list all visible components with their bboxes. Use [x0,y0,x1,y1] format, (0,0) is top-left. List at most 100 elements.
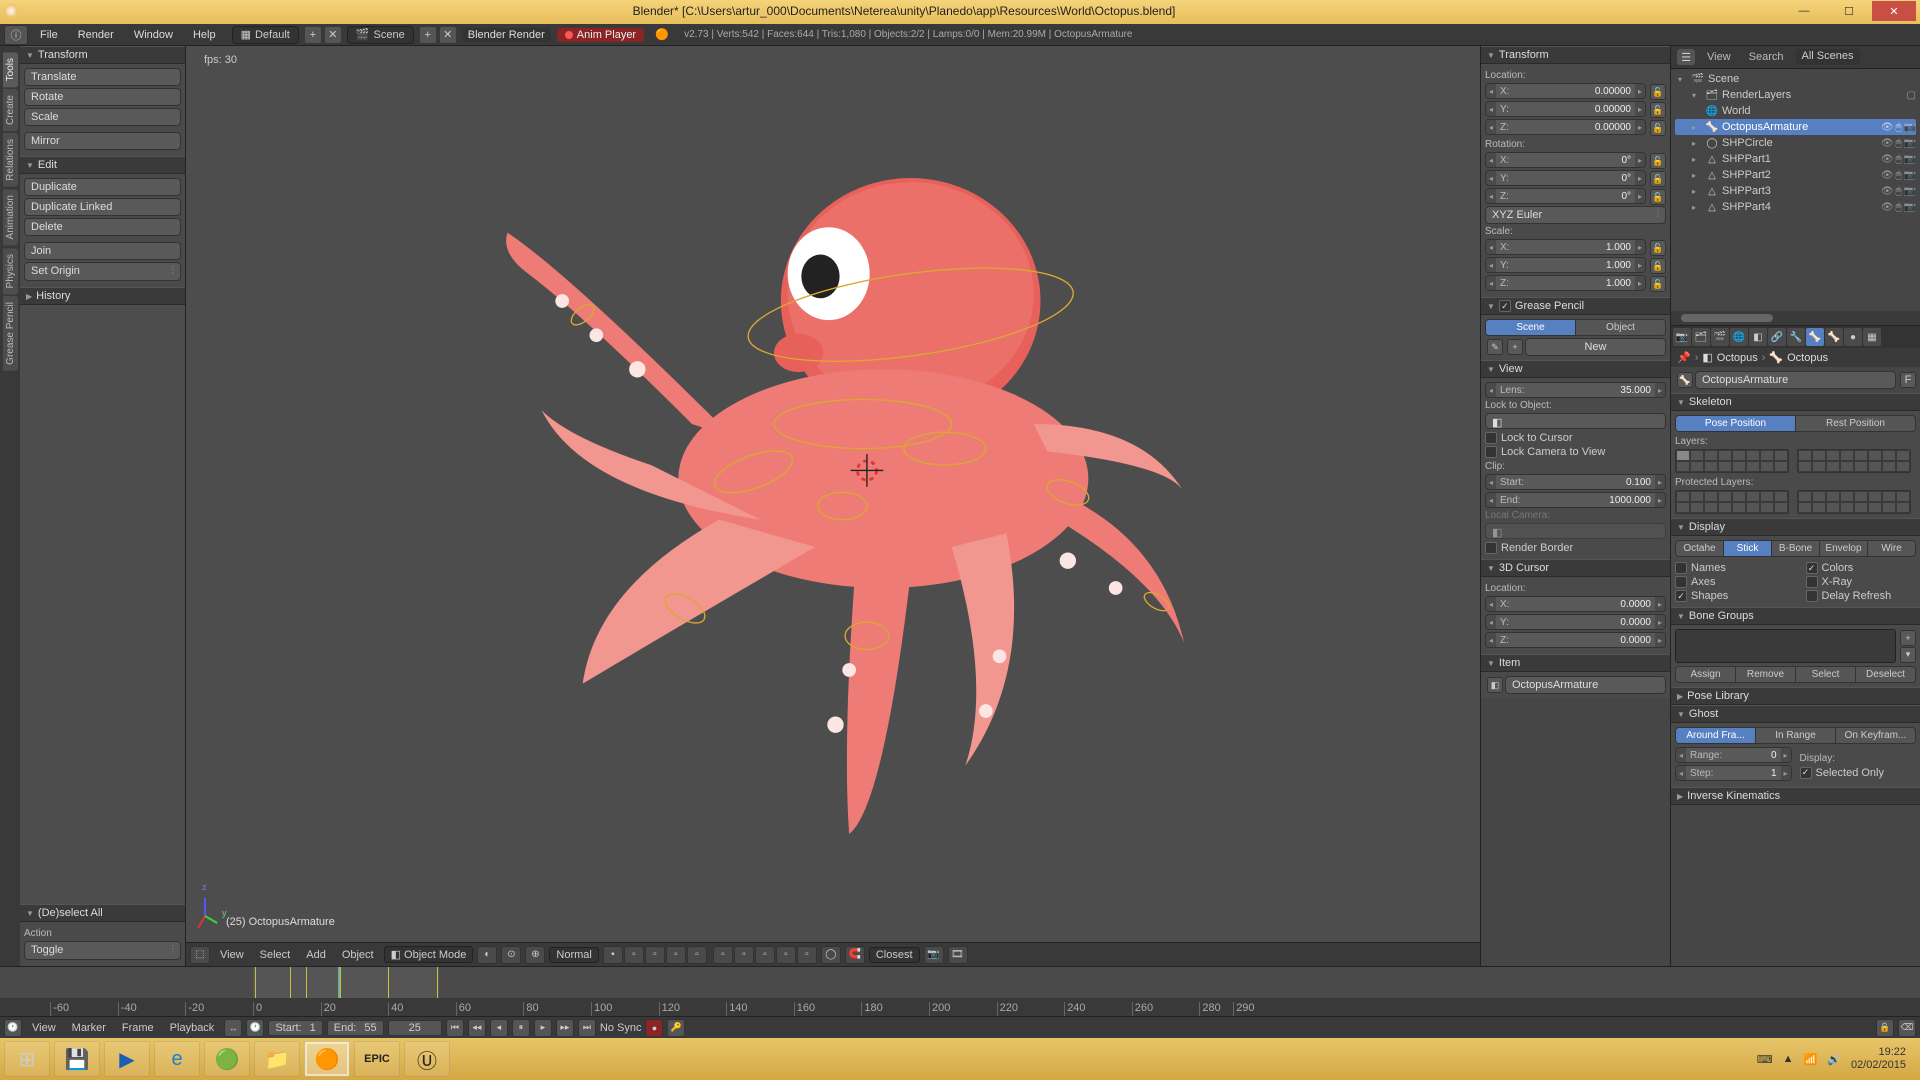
taskbar-save-icon[interactable]: 💾 [54,1041,100,1077]
pivot-icon[interactable]: ⊙ [501,946,521,964]
ghost-header[interactable]: Ghost [1671,705,1920,723]
tab-relations[interactable]: Relations [3,133,18,187]
check-shapes[interactable]: Shapes [1675,589,1786,603]
scale-button[interactable]: Scale [24,108,181,126]
network-icon[interactable]: 📶 [1804,1053,1818,1066]
keying-set-icon[interactable]: 🔑 [667,1019,685,1037]
rotation-mode-selector[interactable]: XYZ Euler [1485,206,1666,224]
rot-x-field[interactable]: ◂X:0°▸ [1485,152,1646,168]
timeline-editor-icon[interactable]: 🕐 [4,1019,22,1037]
prop-tab-render[interactable]: 📷 [1673,328,1691,346]
pause-button[interactable]: ⏸ [512,1019,530,1037]
bone-groups-list[interactable] [1675,629,1896,663]
gp-add-icon[interactable]: + [1507,339,1523,355]
protected-layers-2[interactable] [1797,490,1911,514]
display-mode-b-bone[interactable]: B-Bone [1772,541,1820,556]
lock-icon[interactable]: 🔓 [1650,153,1666,169]
skeleton-header[interactable]: Skeleton [1671,393,1920,411]
outliner-search-tab[interactable]: Search [1743,49,1790,65]
n-view-header[interactable]: View [1481,360,1670,378]
taskbar-chrome-icon[interactable]: 🟢 [204,1041,250,1077]
tl-menu-frame[interactable]: Frame [116,1022,160,1034]
layers-buttons[interactable]: ▪▫▫▫▫ ▫▫▫▫▫ [603,946,817,964]
check-x-ray[interactable]: X-Ray [1806,575,1917,589]
panel-history-header[interactable]: History [20,287,185,305]
3d-viewport[interactable]: fps: 30 [186,46,1480,966]
vp-menu-select[interactable]: Select [254,949,297,961]
lock-icon[interactable]: 🔓 [1650,276,1666,292]
lock-object-field[interactable]: ◧ [1485,413,1666,429]
outliner-item[interactable]: ▸△SHPPart3👁🖱📷 [1675,183,1916,199]
tl-menu-playback[interactable]: Playback [164,1022,221,1034]
translate-button[interactable]: Translate [24,68,181,86]
scale-z-field[interactable]: ◂Z:1.000▸ [1485,275,1646,291]
assign-button[interactable]: Assign [1676,667,1736,682]
selected-only-check[interactable]: Selected Only [1800,766,1917,780]
outliner-editor-icon[interactable]: ☰ [1677,49,1695,65]
taskbar-unreal-icon[interactable]: Ⓤ [404,1041,450,1077]
render-border-check[interactable]: Render Border [1485,541,1666,555]
panel-transform-header[interactable]: Transform [20,46,185,64]
display-mode-octahe[interactable]: Octahe [1676,541,1724,556]
fake-user-button[interactable]: F [1900,372,1916,388]
minimize-button[interactable]: — [1782,1,1826,21]
layout-add-button[interactable]: + [305,27,321,43]
outliner-item[interactable]: ▸△SHPPart2👁🖱📷 [1675,167,1916,183]
prop-tab-modifiers[interactable]: 🔧 [1787,328,1805,346]
check-names[interactable]: Names [1675,561,1786,575]
toggle-selector[interactable]: Toggle [24,941,181,960]
tab-grease-pencil[interactable]: Grease Pencil [3,296,18,371]
bone-groups-header[interactable]: Bone Groups [1671,607,1920,625]
check-axes[interactable]: Axes [1675,575,1786,589]
rotate-button[interactable]: Rotate [24,88,181,106]
tl-extra-icon[interactable]: 🔒 [1876,1019,1894,1037]
tab-create[interactable]: Create [3,89,18,131]
armature-layers-1[interactable] [1675,449,1789,473]
delete-button[interactable]: Delete [24,218,181,236]
vp-menu-add[interactable]: Add [300,949,332,961]
prev-key-button[interactable]: ◂◂ [468,1019,486,1037]
local-camera-field[interactable]: ◧ [1485,523,1666,539]
anim-player-button[interactable]: Anim Player [557,28,644,42]
menu-help[interactable]: Help [183,23,226,47]
ghost-mode-toggle[interactable]: Around Fra... In Range On Keyfram... [1675,727,1916,744]
loc-y-field[interactable]: ◂Y:0.00000▸ [1485,101,1646,117]
auto-key-button[interactable]: ● [645,1019,663,1037]
remove-button[interactable]: Remove [1736,667,1796,682]
tab-tools[interactable]: Tools [3,52,18,87]
lock-icon[interactable]: 🔓 [1650,189,1666,205]
lock-icon[interactable]: 🔓 [1650,171,1666,187]
vp-menu-view[interactable]: View [214,949,250,961]
taskbar-powershell-icon[interactable]: ▶ [104,1041,150,1077]
tray-clock[interactable]: 19:22 02/02/2015 [1851,1046,1906,1072]
render-preview-icon[interactable]: 📷 [924,946,944,964]
cursor-y-field[interactable]: ◂Y:0.0000▸ [1485,614,1666,630]
outliner-item[interactable]: ▾🗂RenderLayers▢ [1675,87,1916,103]
display-mode-wire[interactable]: Wire [1868,541,1915,556]
clip-end-field[interactable]: ◂End:1000.000▸ [1485,492,1666,508]
cursor-z-field[interactable]: ◂Z:0.0000▸ [1485,632,1666,648]
editor-type-icon[interactable]: ⓘ [4,25,28,45]
loc-x-field[interactable]: ◂X:0.00000▸ [1485,83,1646,99]
pose-mode-toggle[interactable]: Pose PositionRest Position [1675,415,1916,432]
keyboard-icon[interactable]: ⌨ [1757,1053,1773,1066]
play-reverse-button[interactable]: ◂ [490,1019,508,1037]
loc-z-field[interactable]: ◂Z:0.00000▸ [1485,119,1646,135]
taskbar-epic-icon[interactable]: EPIC [354,1041,400,1077]
gp-new-button[interactable]: New [1525,338,1666,356]
check-delay-refresh[interactable]: Delay Refresh [1806,589,1917,603]
outliner-item[interactable]: ▾🎬Scene [1675,71,1916,87]
lock-icon[interactable]: 🔓 [1650,240,1666,256]
prop-tab-texture[interactable]: ▦ [1863,328,1881,346]
current-frame-field[interactable]: 25 [388,1020,442,1036]
duplicate-linked-button[interactable]: Duplicate Linked [24,198,181,216]
mirror-button[interactable]: Mirror [24,132,181,150]
panel-deselect-header[interactable]: (De)select All [20,904,185,922]
pose-library-header[interactable]: Pose Library [1671,687,1920,705]
prop-tab-layers[interactable]: 🗂 [1692,328,1710,346]
next-key-button[interactable]: ▸▸ [556,1019,574,1037]
display-mode-envelop[interactable]: Envelop [1820,541,1868,556]
tl-range-icon[interactable]: ↔ [224,1019,242,1037]
gp-source-toggle[interactable]: SceneObject [1485,319,1666,336]
jump-start-button[interactable]: ⏮ [446,1019,464,1037]
